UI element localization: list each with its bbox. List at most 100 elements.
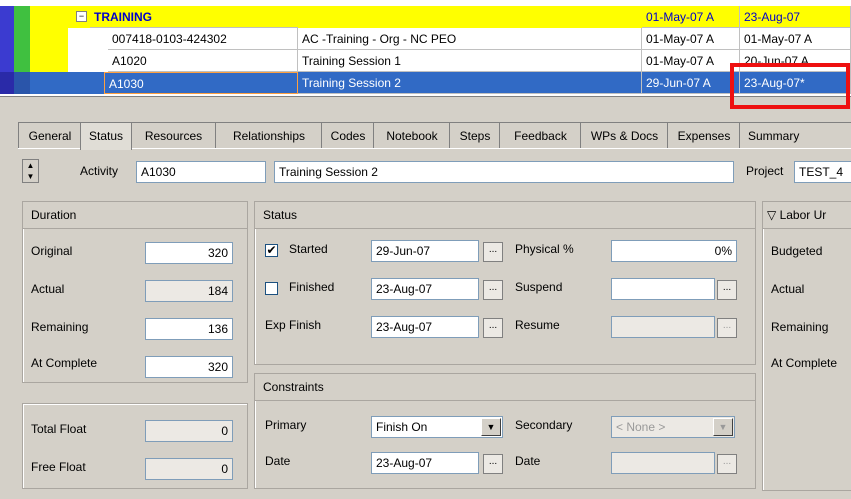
activity-name-field[interactable]: Training Session 2 bbox=[274, 161, 734, 183]
constraints-title: Constraints bbox=[255, 374, 755, 401]
project-label: Project bbox=[746, 164, 784, 178]
wbs-start: 01-May-07 A bbox=[642, 6, 740, 28]
activity-id: A1030 bbox=[104, 72, 298, 94]
activity-id: 007418-0103-424302 bbox=[108, 28, 298, 50]
tab-steps[interactable]: Steps bbox=[449, 122, 501, 149]
remaining-duration-field[interactable]: 136 bbox=[145, 318, 233, 340]
table-row[interactable]: 007418-0103-424302 AC -Training - Org - … bbox=[0, 28, 851, 50]
date-label: Date bbox=[265, 454, 291, 468]
exp-finish-date-picker-button[interactable]: ... bbox=[483, 318, 503, 338]
started-date-picker-button[interactable]: ... bbox=[483, 242, 503, 262]
activity-table: − TRAINING 01-May-07 A 23-Aug-07 007418-… bbox=[0, 0, 851, 104]
project-field[interactable]: TEST_4 bbox=[794, 161, 851, 183]
secondary-label: Secondary bbox=[515, 418, 573, 432]
tab-codes[interactable]: Codes bbox=[321, 122, 375, 149]
tab-expenses[interactable]: Expenses bbox=[667, 122, 741, 149]
constraints-group: Constraints Primary Finish On ▼ Secondar… bbox=[254, 373, 756, 489]
activity-id: A1020 bbox=[108, 50, 298, 72]
suspend-label: Suspend bbox=[515, 280, 563, 294]
table-row[interactable]: − TRAINING 01-May-07 A 23-Aug-07 bbox=[0, 6, 851, 28]
left-margin bbox=[8, 122, 18, 499]
exp-finish-label: Exp Finish bbox=[265, 318, 322, 332]
primary-label: Primary bbox=[265, 418, 307, 432]
row-level-bar bbox=[14, 50, 30, 72]
original-label: Original bbox=[31, 244, 73, 258]
activity-spinner[interactable]: ▲ ▼ bbox=[22, 159, 39, 183]
splitter[interactable] bbox=[0, 96, 851, 104]
original-duration-field[interactable]: 320 bbox=[145, 242, 233, 264]
activity-start: 01-May-07 A bbox=[642, 50, 740, 72]
activity-name: Training Session 2 bbox=[298, 72, 642, 94]
started-label: Started bbox=[289, 242, 328, 256]
remaining-label: Remaining bbox=[31, 320, 89, 334]
labor-at-complete-label: At Complete bbox=[771, 356, 838, 370]
secondary-date-picker-button: ... bbox=[717, 454, 737, 474]
physical-percent-label: Physical % bbox=[515, 242, 574, 256]
wbs-indent bbox=[30, 50, 68, 72]
table-row-selected[interactable]: A1030 Training Session 2 29-Jun-07 A 23-… bbox=[0, 72, 851, 94]
free-float-label: Free Float bbox=[31, 460, 86, 474]
activity-name: Training Session 1 bbox=[298, 50, 642, 72]
resume-date-picker-button: ... bbox=[717, 318, 737, 338]
at-complete-duration-field[interactable]: 320 bbox=[145, 356, 233, 378]
activity-finish: 01-May-07 A bbox=[740, 28, 851, 50]
tab-general[interactable]: General bbox=[18, 122, 82, 149]
tab-status[interactable]: Status bbox=[80, 122, 132, 150]
activity-label: Activity bbox=[80, 164, 119, 178]
physical-percent-field[interactable]: 0% bbox=[611, 240, 737, 262]
row-indicator bbox=[0, 72, 14, 94]
tab-relationships[interactable]: Relationships bbox=[215, 122, 323, 149]
secondary-date-field bbox=[611, 452, 715, 474]
actual-duration-field: 184 bbox=[145, 280, 233, 302]
tabs-spacer bbox=[0, 112, 851, 122]
down-arrow-icon[interactable]: ▼ bbox=[23, 171, 38, 182]
started-checkbox[interactable]: ✔ bbox=[265, 244, 278, 257]
finished-date-field[interactable]: 23-Aug-07 bbox=[371, 278, 479, 300]
actual-label: Actual bbox=[31, 282, 65, 296]
total-float-label: Total Float bbox=[31, 422, 87, 436]
resume-label: Resume bbox=[515, 318, 560, 332]
labor-actual-label: Actual bbox=[771, 282, 805, 296]
wbs-finish: 23-Aug-07 bbox=[740, 6, 851, 28]
row-level-bar bbox=[14, 6, 30, 28]
suspend-date-field[interactable] bbox=[611, 278, 715, 300]
table-row[interactable]: A1020 Training Session 1 01-May-07 A 20-… bbox=[0, 50, 851, 72]
status-group: Status ✔ Started 29-Jun-07 ... Physical … bbox=[254, 201, 756, 365]
row-level-bar bbox=[14, 72, 30, 94]
collapse-icon[interactable]: − bbox=[76, 11, 87, 22]
constraint-date-picker-button[interactable]: ... bbox=[483, 454, 503, 474]
row-indicator bbox=[0, 50, 14, 72]
wbs-indent bbox=[30, 28, 68, 50]
chevron-down-icon[interactable]: ▼ bbox=[481, 418, 501, 436]
constraint-date-field[interactable]: 23-Aug-07 bbox=[371, 452, 479, 474]
finished-checkbox[interactable] bbox=[265, 282, 278, 295]
labor-remaining-label: Remaining bbox=[771, 320, 829, 334]
status-title: Status bbox=[255, 202, 755, 229]
finished-label: Finished bbox=[289, 280, 335, 294]
chevron-down-icon: ▽ bbox=[767, 208, 780, 222]
resume-date-field bbox=[611, 316, 715, 338]
tab-resources[interactable]: Resources bbox=[130, 122, 217, 149]
budgeted-label: Budgeted bbox=[771, 244, 823, 258]
finished-date-picker-button[interactable]: ... bbox=[483, 280, 503, 300]
labor-units-header[interactable]: ▽ Labor Ur bbox=[763, 202, 851, 229]
status-tab-panel: ▲ ▼ Activity A1030 Training Session 2 Pr… bbox=[18, 148, 851, 499]
row-level-bar bbox=[14, 28, 30, 50]
exp-finish-date-field[interactable]: 23-Aug-07 bbox=[371, 316, 479, 338]
activity-start: 29-Jun-07 A bbox=[642, 72, 740, 94]
labor-units-title: Labor Ur bbox=[779, 208, 827, 222]
secondary-date-label: Date bbox=[515, 454, 541, 468]
activity-start: 01-May-07 A bbox=[642, 28, 740, 50]
tab-summary[interactable]: Summary bbox=[739, 122, 851, 149]
up-arrow-icon[interactable]: ▲ bbox=[23, 160, 38, 171]
total-float-field: 0 bbox=[145, 420, 233, 442]
activity-id-field[interactable]: A1030 bbox=[136, 161, 266, 183]
at-complete-label: At Complete bbox=[31, 356, 98, 370]
tab-wps-docs[interactable]: WPs & Docs bbox=[580, 122, 669, 149]
started-date-field[interactable]: 29-Jun-07 bbox=[371, 240, 479, 262]
labor-units-group: ▽ Labor Ur Budgeted Actual Remaining At … bbox=[762, 201, 851, 491]
tab-feedback[interactable]: Feedback bbox=[499, 122, 582, 149]
suspend-date-picker-button[interactable]: ... bbox=[717, 280, 737, 300]
tab-notebook[interactable]: Notebook bbox=[373, 122, 451, 149]
row-indicator bbox=[0, 28, 14, 50]
